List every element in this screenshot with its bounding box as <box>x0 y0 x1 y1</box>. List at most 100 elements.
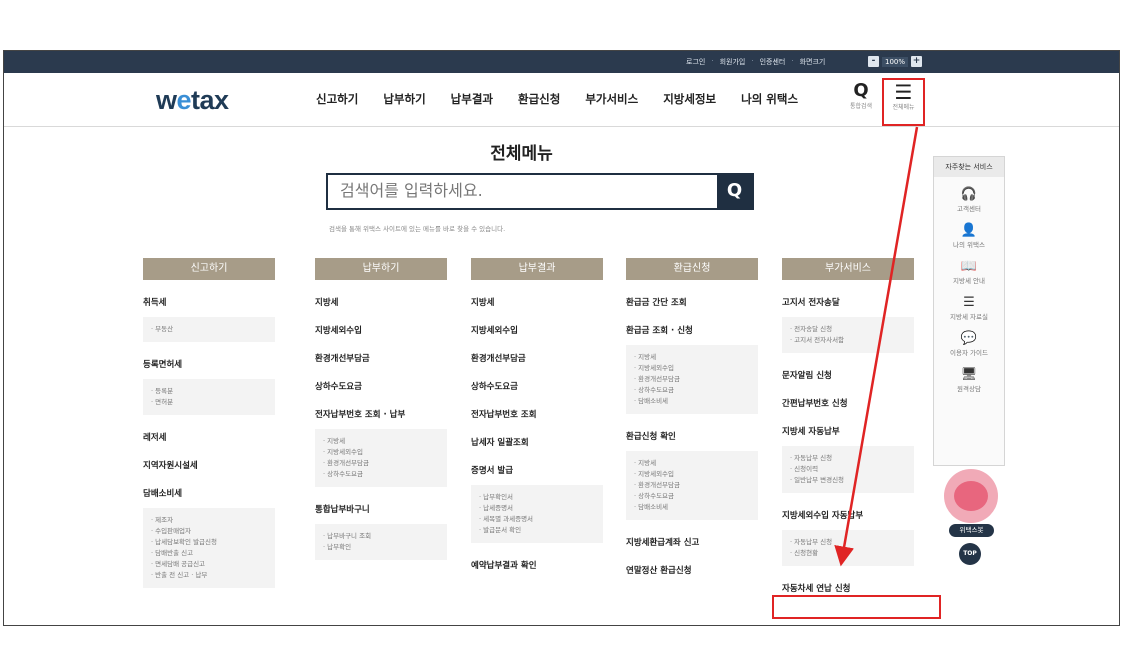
submenu-item[interactable]: · 등록분 <box>151 386 267 397</box>
quick-item[interactable]: 💬 이용자 가이드 <box>934 331 1004 357</box>
submenu-item[interactable]: · 담배소비세 <box>634 502 750 513</box>
submenu-item[interactable]: · 상하수도요금 <box>634 385 750 396</box>
submenu-item[interactable]: · 고지서 전자사서함 <box>790 335 906 346</box>
submenu-item[interactable]: · 환경개선부담금 <box>323 458 439 469</box>
submenu-item[interactable]: · 납부확인서 <box>479 492 595 503</box>
submenu-item[interactable]: · 담배반출 신고 <box>151 548 267 559</box>
submenu-item[interactable]: · 납부바구니 조회 <box>323 531 439 542</box>
submenu-item[interactable]: · 납부확인 <box>323 542 439 553</box>
menu-category[interactable]: 상하수도요금 <box>471 380 603 392</box>
menu-category[interactable]: 지방세환급계좌 신고 <box>626 536 758 548</box>
submenu-item[interactable]: · 환경개선부담금 <box>634 374 750 385</box>
submenu-item[interactable]: · 전자송달 신청 <box>790 324 906 335</box>
column-header[interactable]: 부가서비스 <box>782 258 914 280</box>
menu-category[interactable]: 지방세 자동납부 <box>782 425 914 437</box>
submenu-item[interactable]: · 일반납부 변경신청 <box>790 475 906 486</box>
submenu-item[interactable]: · 상하수도요금 <box>323 469 439 480</box>
column-header[interactable]: 납부결과 <box>471 258 603 280</box>
quick-item[interactable]: 🖥 원격상담 <box>934 367 1004 393</box>
submenu-item[interactable]: · 반출 전 신고 · 납부 <box>151 570 267 581</box>
menu-category[interactable]: 환경개선부담금 <box>315 352 447 364</box>
quick-item[interactable]: 📖 지방세 안내 <box>934 259 1004 285</box>
submenu-item[interactable]: · 제조자 <box>151 515 267 526</box>
submenu-item[interactable]: · 부동산 <box>151 324 267 335</box>
menu-category[interactable]: 지방세 <box>471 296 603 308</box>
submenu-item[interactable]: · 납세담보확인 발급신청 <box>151 537 267 548</box>
nav-report[interactable]: 신고하기 <box>316 91 358 107</box>
nav-pay-result[interactable]: 납부결과 <box>451 91 493 107</box>
menu-category[interactable]: 지방세외수입 <box>471 324 603 336</box>
menu-category[interactable]: 예약납부결과 확인 <box>471 559 603 571</box>
menu-category[interactable]: 환급신청 확인 <box>626 430 758 442</box>
menu-category[interactable]: 담배소비세 <box>143 487 275 499</box>
menu-search-input[interactable] <box>340 181 710 200</box>
column-header[interactable]: 환급신청 <box>626 258 758 280</box>
signup-link[interactable]: 회원가입 <box>720 57 746 67</box>
menu-category[interactable]: 지방세 <box>315 296 447 308</box>
submenu-box: · 자동납부 신청 · 신청현황 <box>782 530 914 566</box>
column-header[interactable]: 납부하기 <box>315 258 447 280</box>
menu-category[interactable]: 자동차세 연납 신청 <box>782 582 914 594</box>
submenu-item[interactable]: · 신청현황 <box>790 548 906 559</box>
nav-refund[interactable]: 환급신청 <box>518 91 560 107</box>
scroll-top-button[interactable]: TOP <box>959 543 981 565</box>
zoom-out-button[interactable]: - <box>868 56 879 67</box>
menu-category[interactable]: 고지서 전자송달 <box>782 296 914 308</box>
menu-category[interactable]: 증명서 발급 <box>471 464 603 476</box>
cert-center-link[interactable]: 인증센터 <box>760 57 786 67</box>
submenu-item[interactable]: · 담배소비세 <box>634 396 750 407</box>
submenu-item[interactable]: · 자동납부 신청 <box>790 537 906 548</box>
submenu-item[interactable]: · 환경개선부담금 <box>634 480 750 491</box>
menu-category[interactable]: 간편납부번호 신청 <box>782 397 914 409</box>
menu-category[interactable]: 환급금 간단 조회 <box>626 296 758 308</box>
wetax-bot-avatar[interactable] <box>944 469 998 523</box>
menu-category[interactable]: 환급금 조회 · 신청 <box>626 324 758 336</box>
menu-category[interactable]: 상하수도요금 <box>315 380 447 392</box>
submenu-item[interactable]: · 지방세 <box>323 436 439 447</box>
submenu-item[interactable]: · 수입판매업자 <box>151 526 267 537</box>
submenu-item[interactable]: · 지방세외수입 <box>634 469 750 480</box>
zoom-control: - 100% + <box>868 56 923 67</box>
submenu-item[interactable]: · 신청이력 <box>790 464 906 475</box>
submenu-item[interactable]: · 면허분 <box>151 397 267 408</box>
menu-category[interactable]: 납세자 일괄조회 <box>471 436 603 448</box>
submenu-item[interactable]: · 면세담배 공급신고 <box>151 559 267 570</box>
submenu-item[interactable]: · 지방세외수입 <box>323 447 439 458</box>
menu-category[interactable]: 연말정산 환급신청 <box>626 564 758 576</box>
nav-my-wetax[interactable]: 나의 위택스 <box>741 91 798 107</box>
menu-category[interactable]: 등록면허세 <box>143 358 275 370</box>
nav-pay[interactable]: 납부하기 <box>383 91 425 107</box>
menu-category[interactable]: 환경개선부담금 <box>471 352 603 364</box>
browser-viewport: 로그인 · 회원가입 · 인증센터 · 화면크기 - 100% + wetax … <box>3 50 1120 626</box>
menu-category[interactable]: 지방세외수입 자동납부 <box>782 509 914 521</box>
wetax-logo[interactable]: wetax <box>156 85 229 116</box>
submenu-item[interactable]: · 지방세 <box>634 352 750 363</box>
menu-category[interactable]: 지역자원시설세 <box>143 459 275 471</box>
menu-category[interactable]: 지방세외수입 <box>315 324 447 336</box>
submenu-item[interactable]: · 세목별 과세증명서 <box>479 514 595 525</box>
menu-category[interactable]: 문자알림 신청 <box>782 369 914 381</box>
quick-item[interactable]: 🎧 고객센터 <box>934 187 1004 213</box>
menu-category[interactable]: 전자납부번호 조회 · 납부 <box>315 408 447 420</box>
submenu-item[interactable]: · 자동납부 신청 <box>790 453 906 464</box>
wetax-bot-label[interactable]: 위택스봇 <box>949 524 994 537</box>
search-submit-button[interactable]: Q <box>717 175 752 208</box>
quick-item[interactable]: ☰ 지방세 자료실 <box>934 295 1004 321</box>
zoom-in-button[interactable]: + <box>911 56 923 67</box>
submenu-item[interactable]: · 상하수도요금 <box>634 491 750 502</box>
submenu-item[interactable]: · 납세증명서 <box>479 503 595 514</box>
menu-category[interactable]: 통합납부바구니 <box>315 503 447 515</box>
quick-item[interactable]: 👤 나의 위택스 <box>934 223 1004 249</box>
login-link[interactable]: 로그인 <box>686 57 705 67</box>
menu-category[interactable]: 전자납부번호 조회 <box>471 408 603 420</box>
menu-category[interactable]: 취득세 <box>143 296 275 308</box>
nav-tax-info[interactable]: 지방세정보 <box>663 91 716 107</box>
nav-extra-services[interactable]: 부가서비스 <box>585 91 638 107</box>
column-header[interactable]: 신고하기 <box>143 258 275 280</box>
integrated-search-button[interactable]: Q 통합검색 <box>844 81 878 111</box>
submenu-item[interactable]: · 지방세 <box>634 458 750 469</box>
submenu-item[interactable]: · 발급문서 확인 <box>479 525 595 536</box>
menu-search-box: Q <box>326 173 754 210</box>
menu-category[interactable]: 레저세 <box>143 431 275 443</box>
submenu-item[interactable]: · 지방세외수입 <box>634 363 750 374</box>
